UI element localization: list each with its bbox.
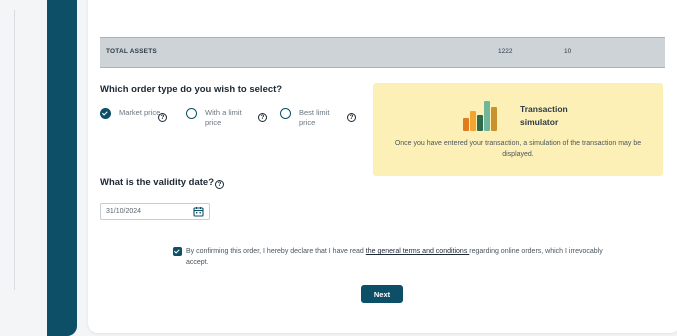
consent-text: By confirming this order, I hereby decla… [186, 246, 606, 268]
validity-question: What is the validity date?? [100, 177, 225, 189]
total-assets-row: TOTAL ASSETS 1222 10 [100, 37, 665, 68]
total-assets-value: 1222 [498, 48, 513, 55]
order-option-market[interactable]: Market price [100, 108, 163, 119]
order-type-question: Which order type do you wish to select? [100, 84, 283, 95]
simulator-description: Once you have entered your transaction, … [394, 140, 642, 158]
option-label-limit: With a limit price [205, 108, 242, 127]
bar-chart-icon [463, 101, 497, 131]
radio-limit-price[interactable] [186, 108, 197, 119]
validity-question-text: What is the validity date? [100, 177, 215, 188]
consent-checkbox[interactable] [173, 247, 182, 256]
terms-link[interactable]: the general terms and conditions [366, 248, 470, 255]
option-label-best-limit: Best limit price [299, 108, 330, 127]
help-icon[interactable]: ? [215, 180, 225, 189]
bar-chart-icon-bar [477, 115, 483, 131]
simulator-title: Transaction simulator [520, 104, 568, 127]
bar-chart-icon-bar [491, 107, 497, 131]
bar-chart-icon-bar [484, 101, 490, 131]
validity-date-field[interactable]: 31/10/2024 [100, 203, 210, 220]
total-assets-secondary-value: 10 [564, 48, 572, 55]
order-option-limit[interactable]: With a limit price [186, 108, 249, 128]
help-icon[interactable]: ? [158, 113, 167, 122]
bar-chart-icon-bar [470, 111, 476, 131]
page-divider [14, 10, 15, 290]
next-button[interactable]: Next [361, 285, 403, 303]
help-icon[interactable]: ? [258, 113, 267, 122]
total-assets-label: TOTAL ASSETS [106, 48, 157, 55]
calendar-icon[interactable] [193, 206, 204, 217]
sidebar-band [47, 0, 77, 336]
order-option-best-limit[interactable]: Best limit price [280, 108, 343, 128]
validity-date-value: 31/10/2024 [106, 208, 142, 215]
consent-text-before: By confirming this order, I hereby decla… [186, 248, 366, 255]
radio-market-price[interactable] [100, 108, 111, 119]
radio-best-limit-price[interactable] [280, 108, 291, 119]
bar-chart-icon-bar [463, 118, 469, 131]
option-label-market: Market price [119, 108, 161, 117]
transaction-simulator-panel: Transaction simulator Once you have ente… [373, 83, 663, 176]
help-icon[interactable]: ? [347, 113, 356, 122]
